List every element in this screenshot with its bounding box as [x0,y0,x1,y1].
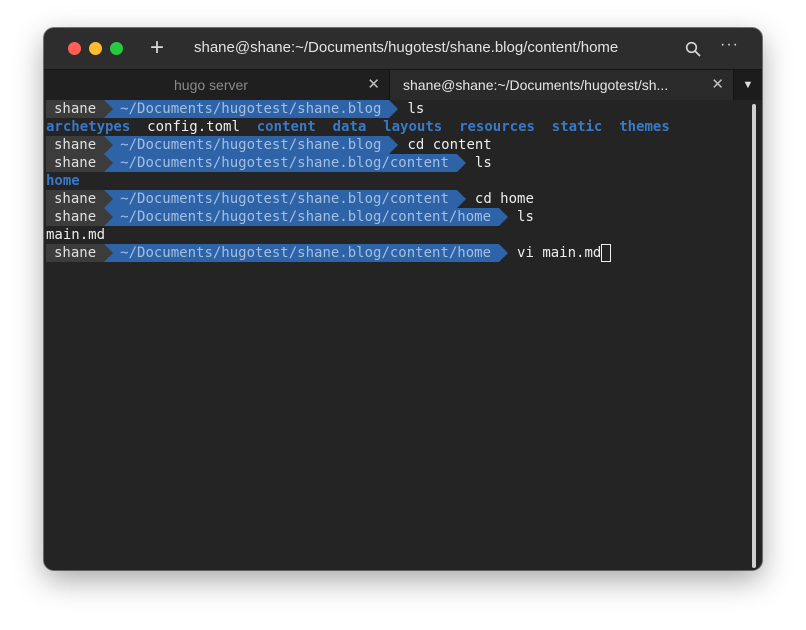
directory-entry: themes [619,119,670,135]
close-window-button[interactable] [68,42,81,55]
prompt-path: ~/Documents/hugotest/shane.blog [104,100,399,118]
command-text: cd content [407,137,492,153]
more-icon[interactable]: ··· [720,36,739,54]
command-text: cd home [474,191,534,207]
output-line: home [46,172,80,190]
prompt-path: ~/Documents/hugotest/shane.blog/content/… [104,244,508,262]
prompt-user: shane [46,154,114,172]
prompt-line: shane ~/Documents/hugotest/shane.blog ls [46,100,424,118]
directory-entry: resources [459,119,535,135]
command-text: vi main.md [517,245,602,261]
maximize-window-button[interactable] [110,42,123,55]
prompt-line: shane ~/Documents/hugotest/shane.blog/con… [46,154,492,172]
close-icon[interactable]: ✕ [711,70,724,100]
plus-icon[interactable]: + [150,34,164,62]
prompt-user: shane [46,190,114,208]
directory-entry: home [46,173,80,189]
close-icon[interactable]: ✕ [367,70,380,100]
prompt-line: shane ~/Documents/hugotest/shane.blog/con… [46,244,612,262]
prompt-line: shane ~/Documents/hugotest/shane.blog/con… [46,190,534,208]
chevron-down-icon[interactable]: ▼ [734,70,762,100]
tab-bar: hugo server ✕ shane@shane:~/Documents/hu… [44,69,762,101]
text-cursor [601,244,612,262]
prompt-path: ~/Documents/hugotest/shane.blog [104,136,399,154]
title-bar: + shane@shane:~/Documents/hugotest/shane… [44,28,762,69]
file-entry: config.toml [147,119,240,135]
scrollbar[interactable] [752,104,756,568]
prompt-line: shane ~/Documents/hugotest/shane.blog cd c… [46,136,492,154]
prompt-line: shane ~/Documents/hugotest/shane.blog/con… [46,208,534,226]
minimize-window-button[interactable] [89,42,102,55]
prompt-path: ~/Documents/hugotest/shane.blog/content [104,190,466,208]
prompt-user: shane [46,100,114,118]
file-entry: main.md [46,227,106,243]
search-icon[interactable] [685,41,701,57]
prompt-user: shane [46,136,114,154]
window-title: shane@shane:~/Documents/hugotest/shane.b… [194,39,619,56]
output-line: archetypes config.toml content data layo… [46,118,670,136]
output-line: main.md [46,226,105,244]
directory-entry: archetypes [46,119,131,135]
directory-entry: content [256,119,316,135]
tab-label: hugo server [174,77,248,93]
directory-entry: layouts [383,119,443,135]
tab-label: shane@shane:~/Documents/hugotest/sh... [403,77,669,93]
tab-shell[interactable]: shane@shane:~/Documents/hugotest/sh... ✕ [389,70,734,100]
directory-entry: static [551,119,603,135]
prompt-path: ~/Documents/hugotest/shane.blog/content/… [104,208,508,226]
terminal-window: + shane@shane:~/Documents/hugotest/shane… [44,28,762,570]
prompt-path: ~/Documents/hugotest/shane.blog/content [104,154,466,172]
prompt-user: shane [46,208,114,226]
terminal-output[interactable]: shane ~/Documents/hugotest/shane.blog ls ar… [44,100,762,570]
prompt-user: shane [46,244,114,262]
tab-hugo-server[interactable]: hugo server ✕ [44,70,389,100]
directory-entry: data [332,119,367,135]
